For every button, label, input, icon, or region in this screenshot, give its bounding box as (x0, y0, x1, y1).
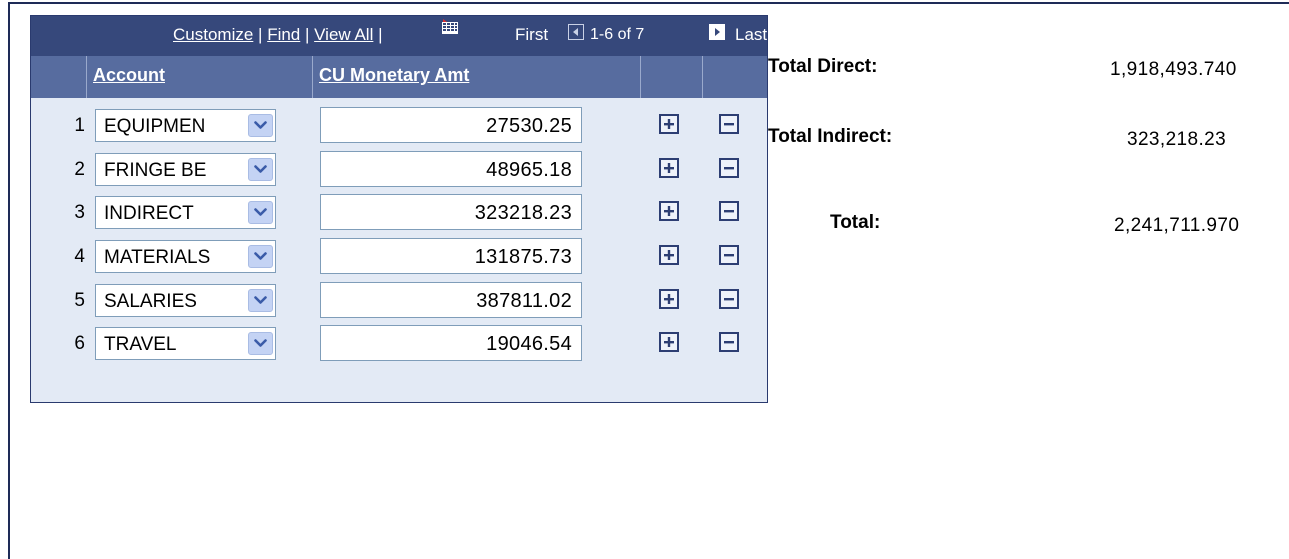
total-direct-label: Total Direct: (768, 56, 878, 77)
table-row: 5 SALARIES 387811.02 (31, 279, 767, 322)
account-select[interactable]: INDIRECT (95, 196, 276, 229)
grid-links: Customize | Find | View All | (173, 25, 383, 45)
table-row: 3 INDIRECT 323218.23 (31, 191, 767, 234)
separator: | (253, 25, 268, 44)
add-row-plus-icon[interactable] (659, 332, 679, 352)
amount-input[interactable]: 48965.18 (320, 151, 582, 187)
delete-row-minus-icon[interactable] (719, 114, 739, 134)
add-row-plus-icon[interactable] (659, 158, 679, 178)
row-number: 6 (74, 333, 85, 354)
row-range-label: 1-6 of 7 (590, 26, 645, 43)
total-direct-value: 1,918,493.740 (1110, 59, 1237, 80)
delete-row-minus-icon[interactable] (719, 201, 739, 221)
delete-column-header (703, 56, 767, 98)
account-sort-link[interactable]: Account (93, 65, 165, 86)
next-row-arrow-icon[interactable] (709, 24, 725, 40)
chevron-down-icon[interactable] (248, 289, 273, 312)
total-label: Total: (830, 212, 881, 233)
amount-input-value: 131875.73 (474, 246, 572, 268)
table-row: 4 MATERIALS 131875.73 (31, 235, 767, 278)
delete-row-minus-icon[interactable] (719, 332, 739, 352)
amount-input-value: 387811.02 (476, 290, 572, 312)
account-select[interactable]: MATERIALS (95, 240, 276, 273)
amount-sort-link[interactable]: CU Monetary Amt (319, 65, 469, 86)
account-column-header: Account (87, 56, 313, 98)
add-column-header (641, 56, 703, 98)
row-number-header (31, 56, 87, 98)
last-link[interactable]: Last (735, 25, 767, 45)
row-number: 1 (74, 115, 85, 136)
separator: | (300, 25, 315, 44)
add-row-plus-icon[interactable] (659, 201, 679, 221)
row-number: 2 (74, 159, 85, 180)
account-select[interactable]: EQUIPMEN (95, 109, 276, 142)
grid-navigation-bar: Customize | Find | View All | First 1-6 … (31, 16, 767, 56)
account-select-value: TRAVEL (104, 334, 177, 355)
amount-input[interactable]: 323218.23 (320, 194, 582, 230)
delete-row-minus-icon[interactable] (719, 158, 739, 178)
amount-input-value: 323218.23 (474, 202, 572, 224)
row-number: 5 (74, 290, 85, 311)
add-row-plus-icon[interactable] (659, 245, 679, 265)
amount-input[interactable]: 131875.73 (320, 238, 582, 274)
chevron-down-icon[interactable] (248, 158, 273, 181)
account-amount-grid: Customize | Find | View All | First 1-6 … (30, 15, 768, 403)
amount-input-value: 19046.54 (486, 333, 572, 355)
amount-input[interactable]: 19046.54 (320, 325, 582, 361)
delete-row-minus-icon[interactable] (719, 289, 739, 309)
page-frame-top-border (8, 2, 1289, 4)
row-number: 3 (74, 202, 85, 223)
amount-input[interactable]: 27530.25 (320, 107, 582, 143)
customize-link[interactable]: Customize (173, 25, 253, 44)
total-value: 2,241,711.970 (1114, 215, 1240, 236)
amount-input-value: 27530.25 (486, 115, 572, 137)
total-indirect-label: Total Indirect: (768, 126, 893, 147)
previous-row-arrow-icon (568, 24, 584, 40)
delete-row-minus-icon[interactable] (719, 245, 739, 265)
amount-input-value: 48965.18 (486, 159, 572, 181)
account-select-value: MATERIALS (104, 247, 211, 268)
chevron-down-icon[interactable] (248, 201, 273, 224)
account-select[interactable]: TRAVEL (95, 327, 276, 360)
account-select-value: SALARIES (104, 291, 197, 312)
amount-column-header: CU Monetary Amt (313, 56, 641, 98)
table-row: 2 FRINGE BE 48965.18 (31, 148, 767, 191)
row-number: 4 (74, 246, 85, 267)
account-select[interactable]: SALARIES (95, 284, 276, 317)
account-select[interactable]: FRINGE BE (95, 153, 276, 186)
download-to-spreadsheet-icon[interactable] (441, 19, 459, 35)
total-indirect-value: 323,218.23 (1127, 129, 1227, 150)
account-select-value: FRINGE BE (104, 160, 207, 181)
chevron-down-icon[interactable] (248, 332, 273, 355)
chevron-down-icon[interactable] (248, 245, 273, 268)
add-row-plus-icon[interactable] (659, 114, 679, 134)
separator: | (373, 25, 383, 44)
first-label: First (515, 25, 549, 44)
view-all-link[interactable]: View All (314, 25, 373, 44)
table-row: 1 EQUIPMEN 27530.25 (31, 104, 767, 147)
account-select-value: INDIRECT (104, 203, 194, 224)
amount-input[interactable]: 387811.02 (320, 282, 582, 318)
table-row: 6 TRAVEL 19046.54 (31, 322, 767, 365)
chevron-down-icon[interactable] (248, 114, 273, 137)
add-row-plus-icon[interactable] (659, 289, 679, 309)
account-select-value: EQUIPMEN (104, 116, 206, 137)
page-frame-left-border (8, 2, 10, 559)
find-link[interactable]: Find (267, 25, 300, 44)
